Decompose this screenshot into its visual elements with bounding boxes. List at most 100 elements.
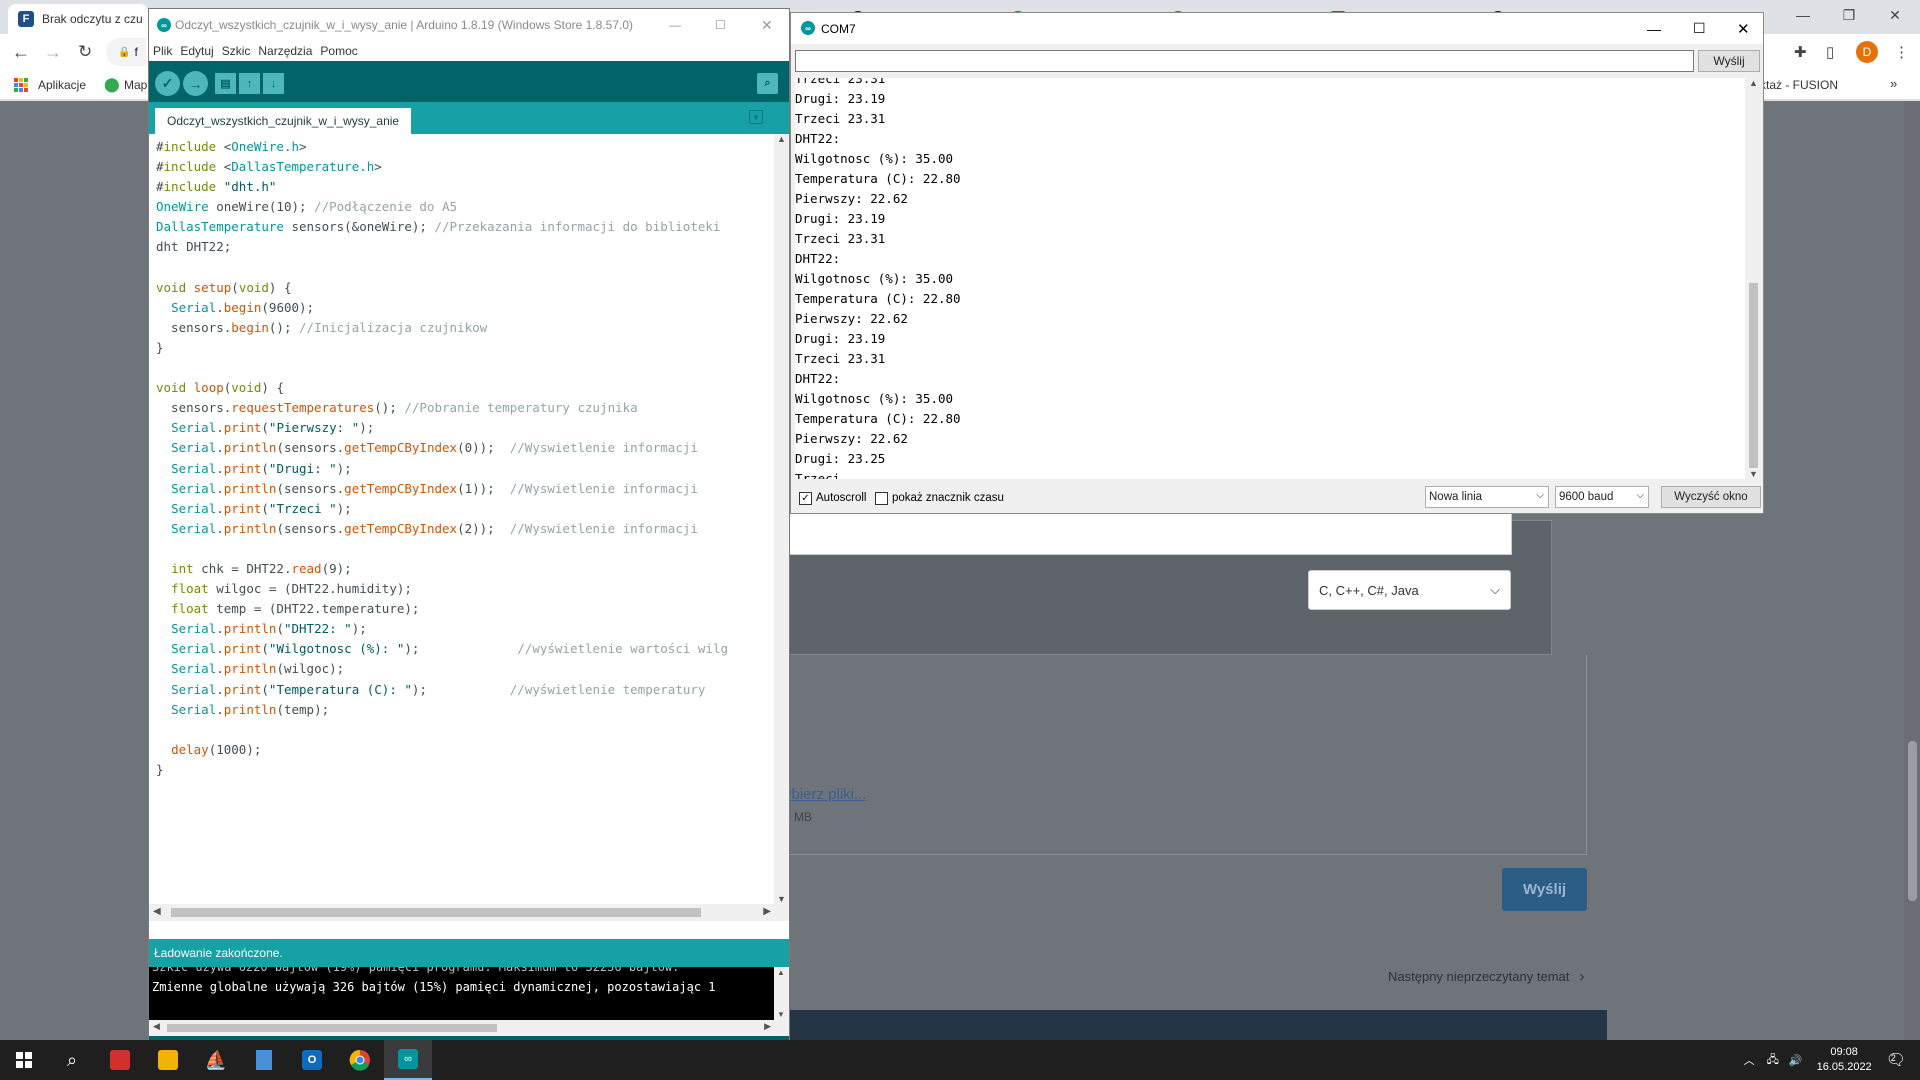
clear-output-button[interactable]: Wyczyść okno	[1661, 486, 1761, 508]
bookmarks-overflow-icon[interactable]: »	[1890, 76, 1897, 91]
monitor-close-button[interactable]: ✕	[1737, 20, 1750, 38]
volume-icon[interactable]: 🔊	[1789, 1054, 1803, 1067]
browser-tab-active[interactable]: F Brak odczytu z czu	[8, 4, 148, 34]
code-line: #include <OneWire.h>	[156, 139, 307, 154]
page-scrollbar-thumb[interactable]	[1908, 741, 1917, 901]
start-button[interactable]	[0, 1040, 48, 1080]
source-code: #include <OneWire.h> #include <DallasTemp…	[156, 137, 728, 780]
serial-output-line: Pierwszy: 22.62	[795, 431, 908, 446]
extensions-icon[interactable]: ✚	[1794, 43, 1807, 61]
profile-avatar[interactable]: D	[1856, 41, 1878, 63]
taskbar-app-keys[interactable]	[144, 1040, 192, 1080]
console-vertical-scrollbar[interactable]: ▲ ▼	[774, 967, 789, 1020]
browser-close-button[interactable]: ✕	[1872, 0, 1918, 30]
scroll-down-arrow-icon[interactable]: ▼	[777, 1010, 785, 1019]
forward-arrow-icon[interactable]: →	[44, 42, 62, 63]
arduino-tab-bar: Odczyt_wszystkich_czujnik_w_i_wysy_anie …	[149, 102, 789, 134]
code-editor[interactable]: #include <OneWire.h> #include <DallasTemp…	[149, 134, 774, 904]
baud-rate-value: 9600 baud	[1559, 491, 1614, 503]
back-arrow-icon[interactable]: ←	[12, 42, 30, 63]
tab-menu-dropdown-icon[interactable]: ▼	[749, 110, 763, 124]
browser-minimize-button[interactable]: —	[1780, 0, 1826, 30]
console-hscroll-thumb[interactable]	[167, 1024, 497, 1032]
editor-console-divider[interactable]	[149, 921, 789, 939]
scroll-down-arrow-icon[interactable]: ▼	[1749, 469, 1758, 479]
serial-scroll-thumb[interactable]	[1749, 283, 1758, 468]
taskbar-app-calculator[interactable]	[240, 1040, 288, 1080]
reload-icon[interactable]: ↻	[78, 42, 92, 62]
arrow-up-icon: ↑	[246, 77, 253, 90]
arduino-close-button[interactable]: ✕	[761, 17, 773, 34]
autoscroll-checkbox[interactable]: ✓ Autoscroll	[799, 491, 867, 505]
monitor-maximize-button[interactable]: ☐	[1693, 20, 1706, 37]
side-panel-icon[interactable]: ▯	[1826, 43, 1834, 61]
serial-send-button[interactable]: Wyślij	[1698, 50, 1760, 72]
scroll-right-arrow-icon[interactable]: ▶	[763, 906, 771, 917]
post-send-button[interactable]: Wyślij	[1502, 868, 1587, 911]
page-scrollbar[interactable]	[1904, 101, 1920, 1040]
line-ending-select[interactable]: Nowa linia ⌵	[1425, 486, 1549, 508]
bookmark-maps[interactable]: Map	[124, 78, 147, 92]
bookmark-fusion[interactable]: ktaż - FUSION	[1760, 78, 1838, 92]
menu-tools[interactable]: Narzędzia	[258, 44, 312, 58]
new-sketch-button[interactable]: ▤	[215, 73, 236, 94]
open-sketch-button[interactable]: ↑	[239, 73, 260, 94]
scroll-right-arrow-icon[interactable]: ▶	[764, 1021, 771, 1032]
notification-center-icon[interactable]: 🗨 2	[1886, 1050, 1906, 1070]
maps-pin-icon[interactable]: ⬤	[104, 76, 120, 93]
scroll-left-arrow-icon[interactable]: ◀	[153, 906, 161, 917]
serial-output-scrollbar[interactable]: ▲ ▼	[1745, 78, 1761, 479]
network-icon[interactable]: 🖧	[1767, 1051, 1779, 1070]
editor-horizontal-scrollbar[interactable]: ◀ ▶	[149, 904, 789, 921]
arduino-maximize-button[interactable]: ☐	[715, 18, 726, 32]
taskbar-app-outlook[interactable]: O	[288, 1040, 336, 1080]
serial-monitor-button[interactable]: ⌕	[757, 73, 778, 94]
monitor-minimize-button[interactable]: —	[1647, 21, 1661, 37]
more-menu-icon[interactable]: ⋮	[1894, 43, 1909, 61]
taskbar-app-ship[interactable]: ⛵	[192, 1040, 240, 1080]
baud-rate-select[interactable]: 9600 baud ⌵	[1555, 486, 1649, 508]
code-line: Serial.print("Drugi: ");	[171, 460, 352, 476]
apps-grid-icon[interactable]	[14, 78, 28, 92]
menu-help[interactable]: Pomoc	[320, 44, 357, 58]
taskbar-app-arduino[interactable]: ∞	[384, 1040, 432, 1080]
menu-edit[interactable]: Edytuj	[180, 44, 213, 58]
taskbar-app-chrome[interactable]	[336, 1040, 384, 1080]
editor-vertical-scrollbar[interactable]: ▲ ▼	[774, 134, 789, 904]
arduino-ide-window: ∞ Odczyt_wszystkich_czujnik_w_i_wysy_ani…	[148, 8, 790, 1043]
serial-send-input[interactable]	[795, 50, 1694, 72]
scroll-down-arrow-icon[interactable]: ▼	[777, 894, 786, 904]
code-line: Serial.println(sensors.getTempCByIndex(2…	[171, 520, 698, 536]
search-button[interactable]: ⌕	[48, 1040, 96, 1080]
search-icon: ⌕	[66, 1049, 78, 1070]
serial-output[interactable]: Trzeci 23.31 Drugi: 23.19 Trzeci 23.31 DHT2…	[795, 78, 1745, 479]
console-horizontal-scrollbar[interactable]: ◀ ▶	[149, 1020, 789, 1036]
menu-file[interactable]: Plik	[153, 44, 172, 58]
clock[interactable]: 09:08 16.05.2022	[1817, 1045, 1872, 1075]
serial-output-line: Temperatura (C): 22.80	[795, 171, 961, 186]
upload-button[interactable]: →	[183, 71, 208, 96]
scroll-up-arrow-icon[interactable]: ▲	[777, 134, 786, 144]
taskbar-app-opera[interactable]	[96, 1040, 144, 1080]
menu-sketch[interactable]: Szkic	[222, 44, 251, 58]
magnifier-icon: ⌕	[764, 77, 771, 89]
save-sketch-button[interactable]: ↓	[263, 73, 284, 94]
editor-hscroll-thumb[interactable]	[171, 908, 701, 917]
timestamp-checkbox[interactable]: pokaż znacznik czasu	[875, 491, 1004, 505]
code-language-select[interactable]: C, C++, C#, Java ⌵	[1308, 570, 1511, 610]
scroll-up-arrow-icon[interactable]: ▲	[777, 968, 785, 977]
bookmark-apps[interactable]: Aplikacje	[38, 78, 86, 92]
scroll-left-arrow-icon[interactable]: ◀	[153, 1021, 160, 1032]
reply-textarea[interactable]	[780, 510, 1512, 555]
tray-overflow-icon[interactable]: ︿	[1744, 1052, 1755, 1068]
next-unread-topic-link[interactable]: Następny nieprzeczytany temat ›	[1388, 968, 1584, 985]
arduino-minimize-button[interactable]: —	[669, 18, 681, 32]
browser-restore-button[interactable]: ❐	[1826, 0, 1872, 30]
choose-files-link[interactable]: ybierz pliki...	[784, 786, 867, 803]
address-bar[interactable]: 🔒 f	[106, 38, 146, 66]
sketch-tab[interactable]: Odczyt_wszystkich_czujnik_w_i_wysy_anie	[155, 108, 412, 134]
verify-button[interactable]: ✓	[155, 71, 180, 96]
scroll-up-arrow-icon[interactable]: ▲	[1749, 78, 1758, 88]
code-line: delay(1000);	[171, 741, 262, 757]
